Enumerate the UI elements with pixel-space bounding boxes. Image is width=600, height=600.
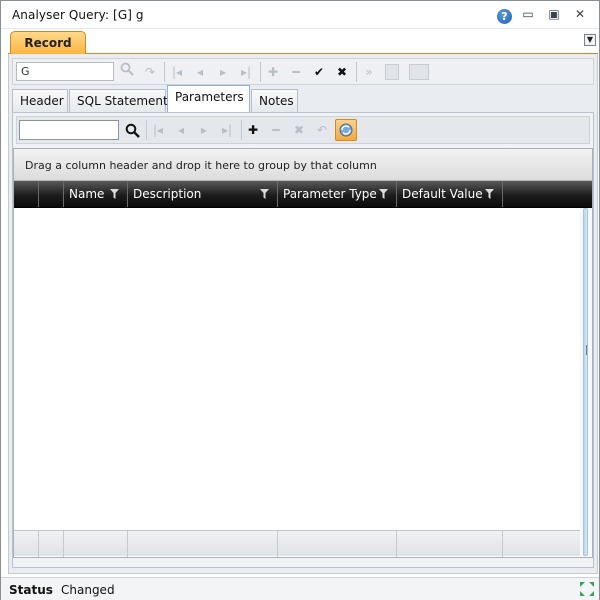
group-by-panel[interactable]: Drag a column header and drop it here to… — [14, 149, 592, 181]
footer-cell — [39, 531, 64, 557]
tab-header[interactable]: Header — [12, 89, 68, 112]
redo-icon[interactable]: ↷ — [140, 62, 160, 82]
filter-icon[interactable] — [260, 189, 269, 199]
tab-parameters[interactable]: Parameters — [167, 85, 250, 112]
window-title: Analyser Query: [G] g — [12, 8, 144, 22]
footer-cell — [397, 531, 503, 557]
forward-icon[interactable]: » — [359, 62, 379, 82]
tab-sql-statement[interactable]: SQL Statement — [69, 89, 168, 112]
toolbar-divider — [260, 62, 261, 82]
parameters-search-input[interactable] — [19, 120, 119, 140]
delete-icon[interactable]: ✖ — [289, 120, 309, 140]
tab-record[interactable]: Record — [10, 31, 86, 54]
last-row-icon[interactable]: ▸| — [217, 120, 237, 140]
record-search-input[interactable] — [16, 62, 114, 81]
search-icon[interactable] — [117, 62, 137, 82]
footer-cell — [14, 531, 39, 557]
column-header-label: Parameter Type — [283, 187, 377, 201]
help-icon[interactable]: ? — [497, 9, 512, 24]
filter-icon[interactable] — [485, 189, 494, 199]
next-record-icon[interactable]: ▸ — [213, 62, 233, 82]
search-icon[interactable] — [121, 120, 143, 140]
add-parameter-icon[interactable]: ✚ — [243, 120, 263, 140]
title-bar: Analyser Query: [G] g ? ▭ ▣ ✕ — [1, 1, 599, 29]
column-header-label: Name — [69, 187, 105, 201]
toolbar-divider — [241, 120, 242, 140]
vertical-scrollbar[interactable] — [580, 208, 592, 556]
toolbar-divider — [164, 62, 165, 82]
first-row-icon[interactable]: |◂ — [148, 120, 168, 140]
scrollbar-thumb[interactable] — [583, 208, 588, 556]
group-by-hint: Drag a column header and drop it here to… — [25, 159, 377, 172]
parameters-toolbar: |◂ ◂ ▸ ▸| ✚ ━ ✖ ↶ — [16, 116, 590, 144]
toolbar-divider — [146, 120, 147, 140]
remove-parameter-icon[interactable]: ━ — [266, 120, 286, 140]
record-toolbar: ↷ |◂ ◂ ▸ ▸| ✚ ━ ✔ ✖ » — [12, 58, 594, 85]
column-header-description[interactable]: Description — [128, 181, 278, 207]
column-header-indicator[interactable] — [14, 181, 39, 207]
document-icon[interactable] — [385, 64, 399, 80]
minimize-icon[interactable]: ▭ — [521, 7, 535, 21]
window-icon[interactable] — [409, 64, 429, 80]
column-header-default-value[interactable]: Default Value — [397, 181, 503, 207]
record-panel: ↷ |◂ ◂ ▸ ▸| ✚ ━ ✔ ✖ » Header SQL Stateme… — [8, 54, 598, 574]
cancel-icon[interactable]: ✖ — [332, 62, 352, 82]
parameters-panel: |◂ ◂ ▸ ▸| ✚ ━ ✖ ↶ Drag a column header a… — [12, 112, 594, 568]
undo-icon[interactable]: ↶ — [312, 120, 332, 140]
column-header-expand[interactable] — [39, 181, 64, 207]
next-row-icon[interactable]: ▸ — [194, 120, 214, 140]
grid-footer-row — [14, 530, 580, 557]
filter-icon[interactable] — [110, 189, 119, 199]
grid-header-row: Name Description Parameter Type Default … — [14, 181, 592, 208]
first-record-icon[interactable]: |◂ — [167, 62, 187, 82]
chevron-down-icon[interactable]: ▼ — [584, 34, 596, 46]
refresh-icon[interactable] — [335, 119, 357, 141]
column-header-label: Default Value — [402, 187, 483, 201]
record-tab-strip: Record ▼ — [8, 31, 598, 54]
column-header-name[interactable]: Name — [64, 181, 128, 207]
footer-cell — [278, 531, 397, 557]
status-label: Status — [9, 583, 53, 597]
footer-cell — [128, 531, 278, 557]
parameters-grid: Drag a column header and drop it here to… — [13, 148, 593, 558]
remove-icon[interactable]: ━ — [286, 62, 306, 82]
last-record-icon[interactable]: ▸| — [236, 62, 256, 82]
maximize-icon[interactable]: ▣ — [547, 7, 561, 21]
inner-tab-strip: Header SQL Statement Parameters Notes — [12, 85, 595, 112]
column-header-parameter-type[interactable]: Parameter Type — [278, 181, 397, 207]
previous-row-icon[interactable]: ◂ — [171, 120, 191, 140]
add-icon[interactable]: ✚ — [263, 62, 283, 82]
toolbar-divider — [356, 62, 357, 82]
column-header-label: Description — [133, 187, 202, 201]
expand-icon[interactable] — [579, 581, 595, 597]
status-bar: Status Changed — [1, 577, 599, 600]
confirm-icon[interactable]: ✔ — [309, 62, 329, 82]
filter-icon[interactable] — [379, 189, 388, 199]
footer-cell — [64, 531, 128, 557]
status-value: Changed — [61, 583, 115, 597]
previous-record-icon[interactable]: ◂ — [190, 62, 210, 82]
scrollbar-grip — [586, 345, 587, 355]
analyser-query-window: Analyser Query: [G] g ? ▭ ▣ ✕ Record ▼ ↷… — [0, 0, 600, 600]
tab-notes[interactable]: Notes — [251, 89, 298, 112]
grid-body[interactable] — [14, 208, 580, 530]
column-header-filler — [503, 181, 592, 207]
close-icon[interactable]: ✕ — [573, 7, 587, 21]
